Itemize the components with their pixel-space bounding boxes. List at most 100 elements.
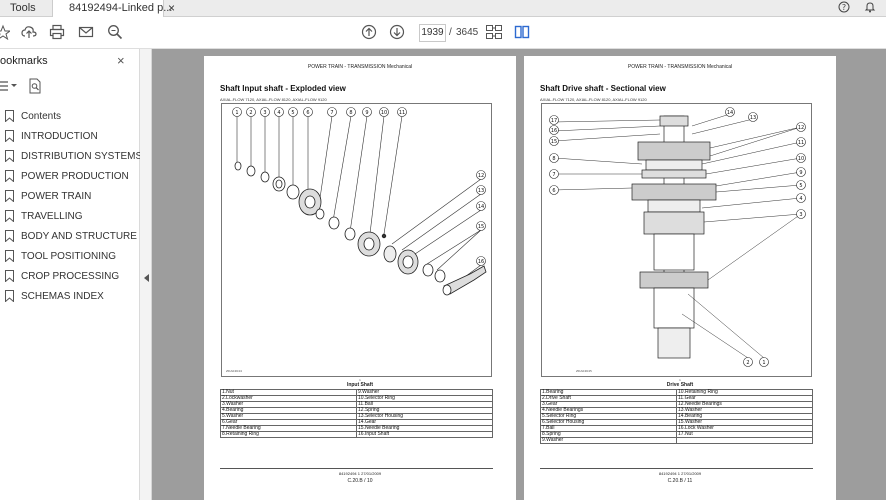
bookmark-item[interactable]: TRAVELLING [0, 207, 140, 225]
svg-text:?: ? [842, 3, 846, 12]
page-separator: / [449, 27, 452, 38]
callout-label: 9 [365, 110, 368, 116]
bookmark-star-icon[interactable] [0, 24, 12, 45]
figure-code: ZDA04645 [576, 369, 592, 373]
callout-label: 1 [762, 360, 765, 366]
search-icon[interactable] [107, 24, 123, 45]
bookmark-item[interactable]: POWER PRODUCTION [0, 167, 140, 185]
sectional-view-figure: 17 16 15 8 7 6 14 13 12 11 10 9 5 4 3 2 … [541, 103, 812, 377]
page-models: AXIAL-FLOW 7120, AXIAL-FLOW 8120, AXIAL-… [220, 97, 327, 102]
bookmark-icon [5, 150, 14, 165]
tab-tools[interactable]: Tools [10, 2, 36, 14]
figure-caption: Input Shaft [346, 382, 374, 388]
parts-table: 1.Nut 9.Washer 2.Lockwasher 10.Selector Ri… [220, 389, 493, 438]
page-header: POWER TRAIN - TRANSMISSION Mechanical [627, 64, 733, 70]
bookmark-label: TOOL POSITIONING [21, 251, 117, 262]
two-page-view-icon[interactable] [514, 24, 530, 45]
callout-label: 16 [551, 128, 557, 134]
bookmark-item[interactable]: POWER TRAIN [0, 187, 140, 205]
previous-page-icon[interactable] [361, 24, 377, 45]
bookmark-icon [5, 170, 14, 185]
pdf-page-left: POWER TRAIN - TRANSMISSION Mechanical Sh… [204, 56, 516, 500]
page-title: Shaft Input shaft - Exploded view [220, 84, 346, 93]
callout-label: 16 [478, 259, 484, 265]
email-icon[interactable] [78, 24, 94, 45]
close-panel-icon[interactable]: × [117, 53, 125, 68]
table-cell [676, 437, 813, 444]
callout-label: 17 [551, 118, 557, 124]
callout-label: 3 [263, 110, 266, 116]
panel-collapse-handle[interactable] [140, 49, 152, 500]
bookmark-icon [5, 190, 14, 205]
table-cell: 16.Input Shaft [356, 431, 493, 438]
page-number-input[interactable]: 1939 [419, 24, 446, 42]
footer-rule [540, 468, 813, 469]
bookmark-item[interactable]: CROP PROCESSING [0, 267, 140, 285]
bookmark-icon [5, 290, 14, 305]
footer-doc-id: 84192494 1 27/01/2009 [658, 471, 702, 476]
callout-label: 15 [551, 139, 557, 145]
bookmark-label: SCHEMAS INDEX [21, 291, 104, 302]
parts-table: 1.Bearing 10.Retaining Ring 2.Drive Shaft… [540, 389, 813, 444]
print-icon[interactable] [49, 24, 65, 45]
options-menu-icon[interactable] [0, 79, 20, 98]
bookmark-item[interactable]: TOOL POSITIONING [0, 247, 140, 265]
figure-caption: Drive Shaft [666, 382, 694, 388]
callout-label: 7 [552, 172, 555, 178]
callout-label: 15 [478, 224, 484, 230]
table-row: 9.Washer [540, 437, 813, 444]
page-layout-icon[interactable] [485, 24, 503, 45]
callout-label: 12 [478, 173, 484, 179]
bookmark-icon [5, 270, 14, 285]
callout-label: 6 [306, 110, 309, 116]
page-models: AXIAL-FLOW 7120, AXIAL-FLOW 8120, AXIAL-… [540, 97, 647, 102]
help-icon[interactable]: ? [838, 1, 850, 16]
callout-label: 11 [798, 140, 804, 146]
callout-label: 1 [235, 110, 238, 116]
bookmark-icon [5, 210, 14, 225]
tab-close-icon[interactable]: × [168, 1, 175, 15]
callout-label: 5 [291, 110, 294, 116]
callout-label: 13 [750, 115, 756, 121]
bookmark-label: BODY AND STRUCTURE [21, 231, 137, 242]
callout-label: 3 [799, 212, 802, 218]
callout-label: 12 [798, 125, 804, 131]
table-cell: 9.Washer [540, 437, 677, 444]
tab-bar: Tools 84192494-Linked p... × ? [0, 0, 886, 17]
find-bookmark-icon[interactable] [28, 78, 42, 99]
callout-label: 4 [277, 110, 280, 116]
page-header: POWER TRAIN - TRANSMISSION Mechanical [307, 64, 413, 70]
callout-label: 4 [799, 196, 802, 202]
table-cell: 8.Retaining Ring [220, 431, 357, 438]
bookmarks-panel: ookmarks × Contents INTRODUCTION DISTRIB… [0, 49, 142, 500]
callout-label: 5 [799, 183, 802, 189]
notifications-icon[interactable] [864, 1, 876, 16]
bookmark-item[interactable]: SCHEMAS INDEX [0, 287, 140, 305]
bookmark-item[interactable]: INTRODUCTION [0, 127, 140, 145]
tab-document-label: 84192494-Linked p... [69, 2, 173, 14]
callout-label: 10 [798, 156, 804, 162]
tab-document[interactable]: 84192494-Linked p... [52, 0, 172, 17]
bookmark-label: POWER TRAIN [21, 191, 92, 202]
exploded-view-figure: 1 2 3 4 5 6 7 8 9 10 11 12 13 14 15 16 Z… [221, 103, 492, 377]
bookmark-item[interactable]: Contents [0, 107, 140, 125]
bookmark-item[interactable]: DISTRIBUTION SYSTEMS [0, 147, 142, 165]
bookmarks-toolbar [0, 78, 50, 98]
next-page-icon[interactable] [389, 24, 405, 45]
upload-icon[interactable] [21, 24, 37, 45]
callout-label: 11 [399, 110, 405, 116]
callout-label: 14 [478, 204, 484, 210]
bookmark-icon [5, 230, 14, 245]
drive-shaft-drawing: 17 16 15 8 7 6 14 13 12 11 10 9 5 4 3 2 … [549, 107, 806, 373]
pdf-reader-window: Tools 84192494-Linked p... × ? 1939 / 36… [0, 0, 886, 500]
callout-label: 2 [249, 110, 252, 116]
document-viewer[interactable]: POWER TRAIN - TRANSMISSION Mechanical Sh… [152, 49, 886, 500]
bookmark-item[interactable]: BODY AND STRUCTURE [0, 227, 140, 245]
callout-label: 2 [746, 360, 749, 366]
page-title: Shaft Drive shaft - Sectional view [540, 84, 666, 93]
footer-doc-id: 84192494 1 27/01/2009 [338, 471, 382, 476]
bookmark-icon [5, 250, 14, 265]
collapse-arrow-icon[interactable] [144, 269, 149, 287]
bookmark-label: Contents [21, 111, 62, 122]
callout-label: 8 [552, 156, 555, 162]
